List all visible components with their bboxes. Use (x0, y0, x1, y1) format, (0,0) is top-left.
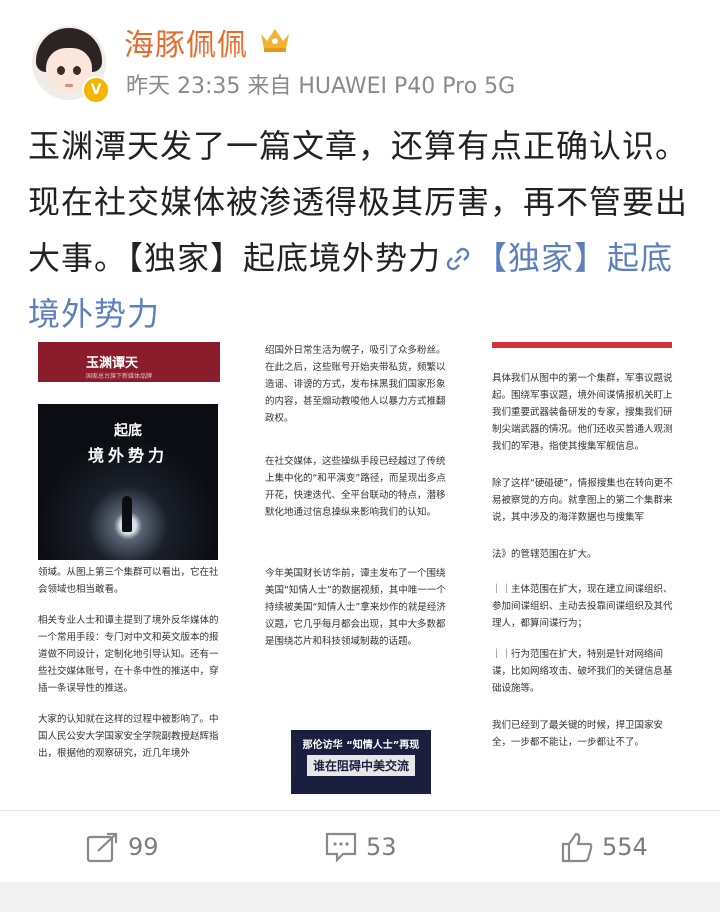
like-button[interactable]: 554 (560, 830, 648, 864)
article-poster: 起底 境外势力 (38, 404, 218, 560)
article-paragraph: 具体我们从图中的第一个集群，军事议题说起。围绕军事议题，境外间谍情报机关盯上我们… (492, 373, 673, 452)
verified-icon: V (82, 76, 110, 104)
like-icon (561, 832, 593, 863)
video-subtitle: 谁在阻碍中美交流 (306, 755, 415, 776)
article-paragraph: 今年美国财长访华前，谭主发布了一个围绕美国“知情人士”的数据视频，其中唯一一个持… (265, 568, 446, 647)
action-bar: 99 53 554 (0, 812, 720, 882)
article-paragraph: 除了这样“硬碰硬”，情报搜集也在转向更不易被察觉的方向。就拿图上的第二个集群来说… (492, 478, 673, 523)
silhouette-figure (122, 496, 132, 532)
article-paragraph: 我们已经到了最关键的时候，捍卫国家安全，一步都不能让，一步都让不了。 (492, 720, 664, 748)
like-count: 554 (602, 833, 648, 861)
article-top-bar (492, 342, 672, 348)
article-paragraph: 相关专业人士和谭主提到了境外反华媒体的一个常用手段：专门对中文和英文版本的报道做… (38, 615, 219, 694)
post-header: V 海豚佩佩 昨天 23:35 来自 HUAWEI P40 Pro 5G (0, 0, 720, 110)
vip-crown-icon (261, 29, 289, 52)
post-text: 玉渊潭天发了一篇文章，还算有点正确认识。现在社交媒体被渗透得极其厉害，再不管要出… (28, 118, 696, 342)
repost-count: 99 (128, 833, 159, 861)
article-banner: 玉渊谭天 国家总台旗下新媒体品牌 (38, 342, 220, 382)
poster-line2: 境外势力 (87, 446, 168, 465)
article-paragraph: 领域。从图上第三个集群可以看出，它在社会领域也相当敢看。 (38, 567, 219, 595)
link-icon[interactable] (445, 246, 471, 272)
comment-icon (325, 832, 357, 863)
article-paragraph: 法》的管辖范围在扩大。 (492, 549, 597, 560)
post-meta: 昨天 23:35 来自 HUAWEI P40 Pro 5G (126, 74, 516, 99)
divider (0, 810, 720, 811)
poster-line1: 起底 (114, 423, 142, 439)
article-image-1[interactable]: 玉渊谭天 国家总台旗下新媒体品牌 起底 境外势力 领域。从图上第三个集群可以看出… (38, 342, 226, 794)
article-paragraph: ｜｜主体范围在扩大，现在建立间谍组织、参加间谍组织、主动去投靠间谍组织及其代理人… (492, 584, 673, 629)
article-image-2[interactable]: 绍国外日常生活为幌子，吸引了众多粉丝。在此之后，这些账号开始夹带私货，频繁以造谣… (265, 342, 453, 794)
repost-icon (86, 832, 118, 863)
video-card[interactable]: 那伦访华 “知情人士”再现 谁在阻碍中美交流 (291, 730, 431, 794)
article-paragraph: 在社交媒体，这些操纵手段已经越过了传统上集中化的“和平演变”路径，而呈现出多点开… (265, 456, 446, 518)
comment-count: 53 (366, 833, 397, 861)
banner-title: 玉渊谭天 (86, 356, 139, 371)
article-paragraph: 大家的认知就在这样的过程中被影响了。中国人民公安大学国家安全学院副教授赵辉指出，… (38, 714, 219, 759)
article-paragraph: 绍国外日常生活为幌子，吸引了众多粉丝。在此之后，这些账号开始夹带私货，频繁以造谣… (265, 345, 446, 424)
article-paragraph: ｜｜行为范围在扩大，特别是针对网络间谍，比如网络攻击、破坏我们的关键信息基础设施… (492, 649, 673, 694)
bottom-strip (0, 882, 720, 912)
article-image-3[interactable]: 具体我们从图中的第一个集群，军事议题说起。围绕军事议题，境外间谍情报机关盯上我们… (492, 342, 680, 794)
repost-button[interactable]: 99 (86, 830, 159, 864)
comment-button[interactable]: 53 (324, 830, 397, 864)
video-title: 那伦访华 “知情人士”再现 (302, 740, 420, 751)
banner-subtitle: 国家总台旗下新媒体品牌 (86, 373, 153, 380)
article-images[interactable]: 玉渊谭天 国家总台旗下新媒体品牌 起底 境外势力 领域。从图上第三个集群可以看出… (38, 342, 684, 794)
username[interactable]: 海豚佩佩 (124, 20, 248, 64)
